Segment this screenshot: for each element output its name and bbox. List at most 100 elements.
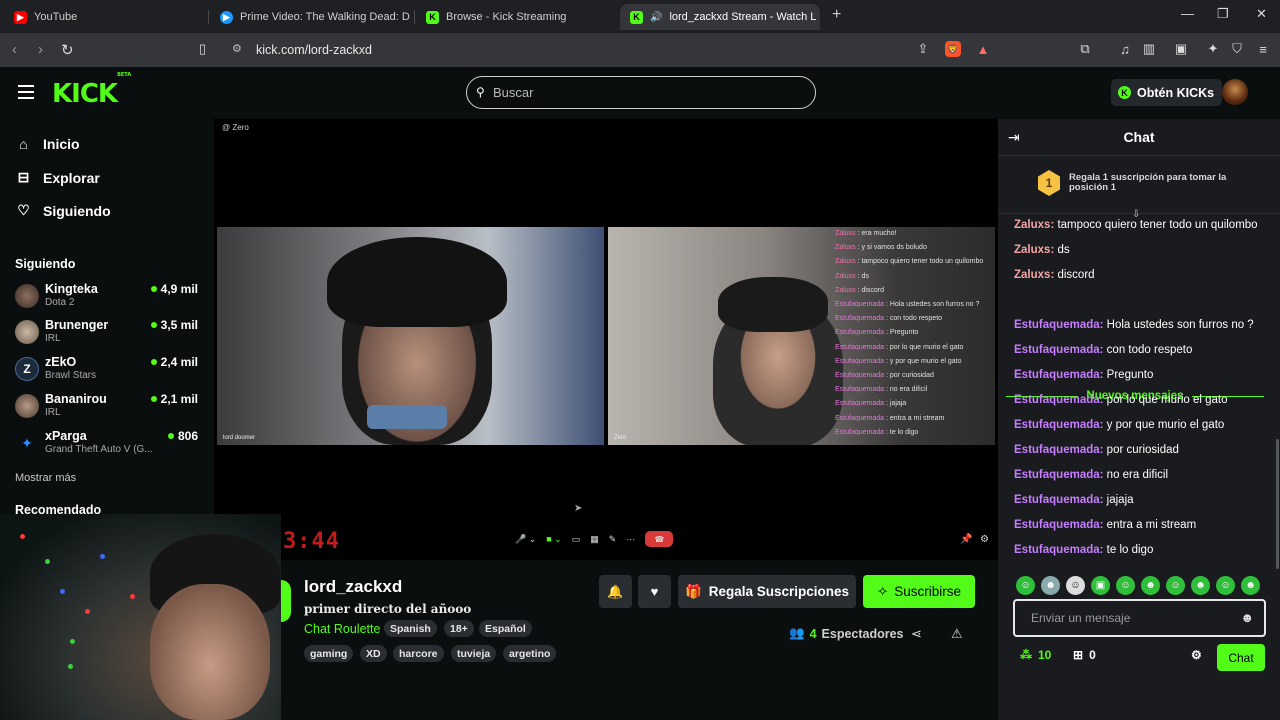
brave-shields-icon[interactable]: 🦁 <box>945 41 961 57</box>
chat-username[interactable]: Estufaquemada <box>1014 319 1100 331</box>
brave-rewards-icon[interactable]: ▲ <box>975 41 991 57</box>
kick-logo[interactable]: KICKBETA <box>52 72 131 109</box>
microphone-icon[interactable]: 🎤 ⌄ <box>515 534 536 545</box>
follow-button[interactable]: ♥ <box>638 575 671 608</box>
overlay-chat-user: Estufaquemada <box>835 414 885 422</box>
close-window-button[interactable]: ✕ <box>1256 6 1267 22</box>
followed-channel[interactable]: Bananirou IRL 2,1 mil <box>15 392 205 422</box>
tag[interactable]: Español <box>479 620 532 637</box>
address-bar[interactable]: ⚙ kick.com/lord-zackxd <box>220 38 995 62</box>
tag[interactable]: XD <box>360 645 387 662</box>
tab-search-icon[interactable]: ⧉ <box>1077 41 1093 57</box>
leo-ai-icon[interactable]: ✦ <box>1205 41 1221 57</box>
back-button[interactable]: ‹ <box>12 41 17 58</box>
channel-name[interactable]: lord_zackxd <box>304 577 402 597</box>
sidebar-item-siguiendo[interactable]: ♡ Siguiendo <box>16 202 110 219</box>
emote-icon[interactable]: ▣ <box>1091 576 1110 595</box>
chat-username[interactable]: Estufaquemada <box>1014 519 1100 531</box>
overlay-chat-text: y por que murio el gato <box>889 357 962 365</box>
emote-icon[interactable]: ☺ <box>1166 576 1185 595</box>
emote-icon[interactable]: ☺ <box>1216 576 1235 595</box>
settings-icon[interactable]: ⚙ <box>980 534 989 545</box>
chat-settings-icon[interactable]: ⚙ <box>1191 648 1202 662</box>
audio-playing-icon[interactable]: 🔊 <box>650 12 662 23</box>
pinned-gift-banner[interactable]: 1 Regala 1 suscripción para tomar la pos… <box>998 156 1280 220</box>
followed-channel[interactable]: Z zEkO Brawl Stars 2,4 mil <box>15 355 205 385</box>
send-chat-button[interactable]: Chat <box>1217 644 1265 671</box>
menu-hamburger-icon[interactable] <box>18 85 34 99</box>
tab-kick-stream[interactable]: K 🔊 lord_zackxd Stream - Watch L ✕ <box>620 4 820 30</box>
sidebar-icon[interactable]: ▥ <box>1141 41 1157 57</box>
chat-username[interactable]: Zaluxs <box>1014 269 1050 281</box>
overlay-chat-line: Zaluxs : y si vamos ds boludo <box>835 241 995 255</box>
gift-count[interactable]: ⊞ 0 <box>1073 648 1096 662</box>
chat-username[interactable]: Estufaquemada <box>1014 419 1100 431</box>
video-player[interactable]: @ Zero lord doomer Zero Zaluxs : era muc… <box>214 119 998 560</box>
more-icon[interactable]: ··· <box>626 534 635 544</box>
subscribe-button[interactable]: ✧ Suscribirse <box>863 575 975 608</box>
emote-icon[interactable]: ☻ <box>1191 576 1210 595</box>
sidebar-item-inicio[interactable]: ⌂ Inicio <box>16 136 79 152</box>
stream-category-link[interactable]: Chat Roulette <box>304 622 380 636</box>
grid-icon[interactable]: ▦ <box>590 534 599 545</box>
maximize-button[interactable]: ❐ <box>1217 6 1229 22</box>
emote-icon[interactable]: ☻ <box>1141 576 1160 595</box>
chat-username[interactable]: Zaluxs <box>1014 244 1050 256</box>
user-avatar[interactable] <box>1222 79 1248 105</box>
menu-icon[interactable]: ≡ <box>1255 41 1271 57</box>
chat-username[interactable]: Estufaquemada <box>1014 369 1100 381</box>
chat-username[interactable]: Estufaquemada <box>1014 494 1100 506</box>
show-more-link[interactable]: Mostrar más <box>15 472 76 484</box>
chat-username[interactable]: Estufaquemada <box>1014 469 1100 481</box>
new-tab-button[interactable]: + <box>832 6 841 24</box>
tag[interactable]: harcore <box>393 645 444 662</box>
chat-username[interactable]: Estufaquemada <box>1014 444 1100 456</box>
effects-icon[interactable]: ✎ <box>609 534 617 545</box>
wallet-icon[interactable]: ▣ <box>1173 41 1189 57</box>
pin-icon[interactable]: 📌 <box>960 534 972 545</box>
followed-channel[interactable]: Brunenger IRL 3,5 mil <box>15 318 205 348</box>
camera-icon[interactable]: ■ ⌄ <box>546 534 561 545</box>
tab-kick-browse[interactable]: K Browse - Kick Streaming <box>416 4 616 30</box>
screen-share-icon[interactable]: ▭ <box>572 534 581 545</box>
get-kicks-button[interactable]: K Obtén KICKs <box>1111 79 1223 106</box>
report-icon[interactable]: ⚠ <box>951 626 963 642</box>
tab-prime-video[interactable]: ▶ Prime Video: The Walking Dead: Dea <box>210 4 410 30</box>
end-call-icon[interactable]: ☎ <box>645 531 674 547</box>
gift-subs-button[interactable]: 🎁 Regala Suscripciones <box>678 575 856 608</box>
chat-message-input[interactable]: Enviar un mensaje ☻ <box>1013 599 1266 637</box>
chat-username[interactable]: Estufaquemada <box>1014 394 1100 406</box>
notification-bell-button[interactable]: 🔔 <box>599 575 632 608</box>
emote-icon[interactable]: ☺ <box>1066 576 1085 595</box>
followed-channel[interactable]: ✦ xParga Grand Theft Auto V (G... 806 <box>15 429 205 459</box>
chat-username[interactable]: Estufaquemada <box>1014 344 1100 356</box>
emote-icon[interactable]: ☺ <box>1116 576 1135 595</box>
tag[interactable]: 18+ <box>444 620 474 637</box>
tag[interactable]: tuvieja <box>451 645 497 662</box>
search-input[interactable]: ⚲ Buscar <box>466 76 816 109</box>
tag[interactable]: gaming <box>304 645 354 662</box>
chat-username[interactable]: Estufaquemada <box>1014 544 1100 556</box>
sidebar-item-explorar[interactable]: ⊟ Explorar <box>16 169 100 186</box>
emote-icon[interactable]: ☻ <box>1041 576 1060 595</box>
tag[interactable]: Spanish <box>384 620 437 637</box>
tag[interactable]: argetino <box>503 645 557 662</box>
chat-username[interactable]: Zaluxs <box>1014 219 1050 231</box>
media-icon[interactable]: ♫ <box>1117 41 1133 57</box>
reload-button[interactable]: ↻ <box>61 41 74 59</box>
emoji-picker-icon[interactable]: ☻ <box>1240 610 1254 625</box>
site-info-icon[interactable]: ⚙ <box>232 42 242 55</box>
share-icon[interactable]: ⋖ <box>911 626 922 642</box>
forward-button[interactable]: › <box>38 41 43 58</box>
channel-points[interactable]: ⁂ 10 <box>1020 648 1051 662</box>
minimize-button[interactable]: — <box>1181 6 1194 21</box>
chat-scrollbar[interactable] <box>1276 439 1279 569</box>
vpn-icon[interactable]: ⛉ <box>1229 41 1245 57</box>
channel-avatar[interactable] <box>281 580 291 622</box>
emote-icon[interactable]: ☺ <box>1016 576 1035 595</box>
share-icon[interactable]: ⇪ <box>915 41 931 57</box>
bookmark-icon[interactable]: ▯ <box>199 41 206 57</box>
followed-channel[interactable]: Kingteka Dota 2 4,9 mil <box>15 282 205 312</box>
tab-youtube[interactable]: ▶ YouTube <box>4 4 204 30</box>
emote-icon[interactable]: ☻ <box>1241 576 1260 595</box>
